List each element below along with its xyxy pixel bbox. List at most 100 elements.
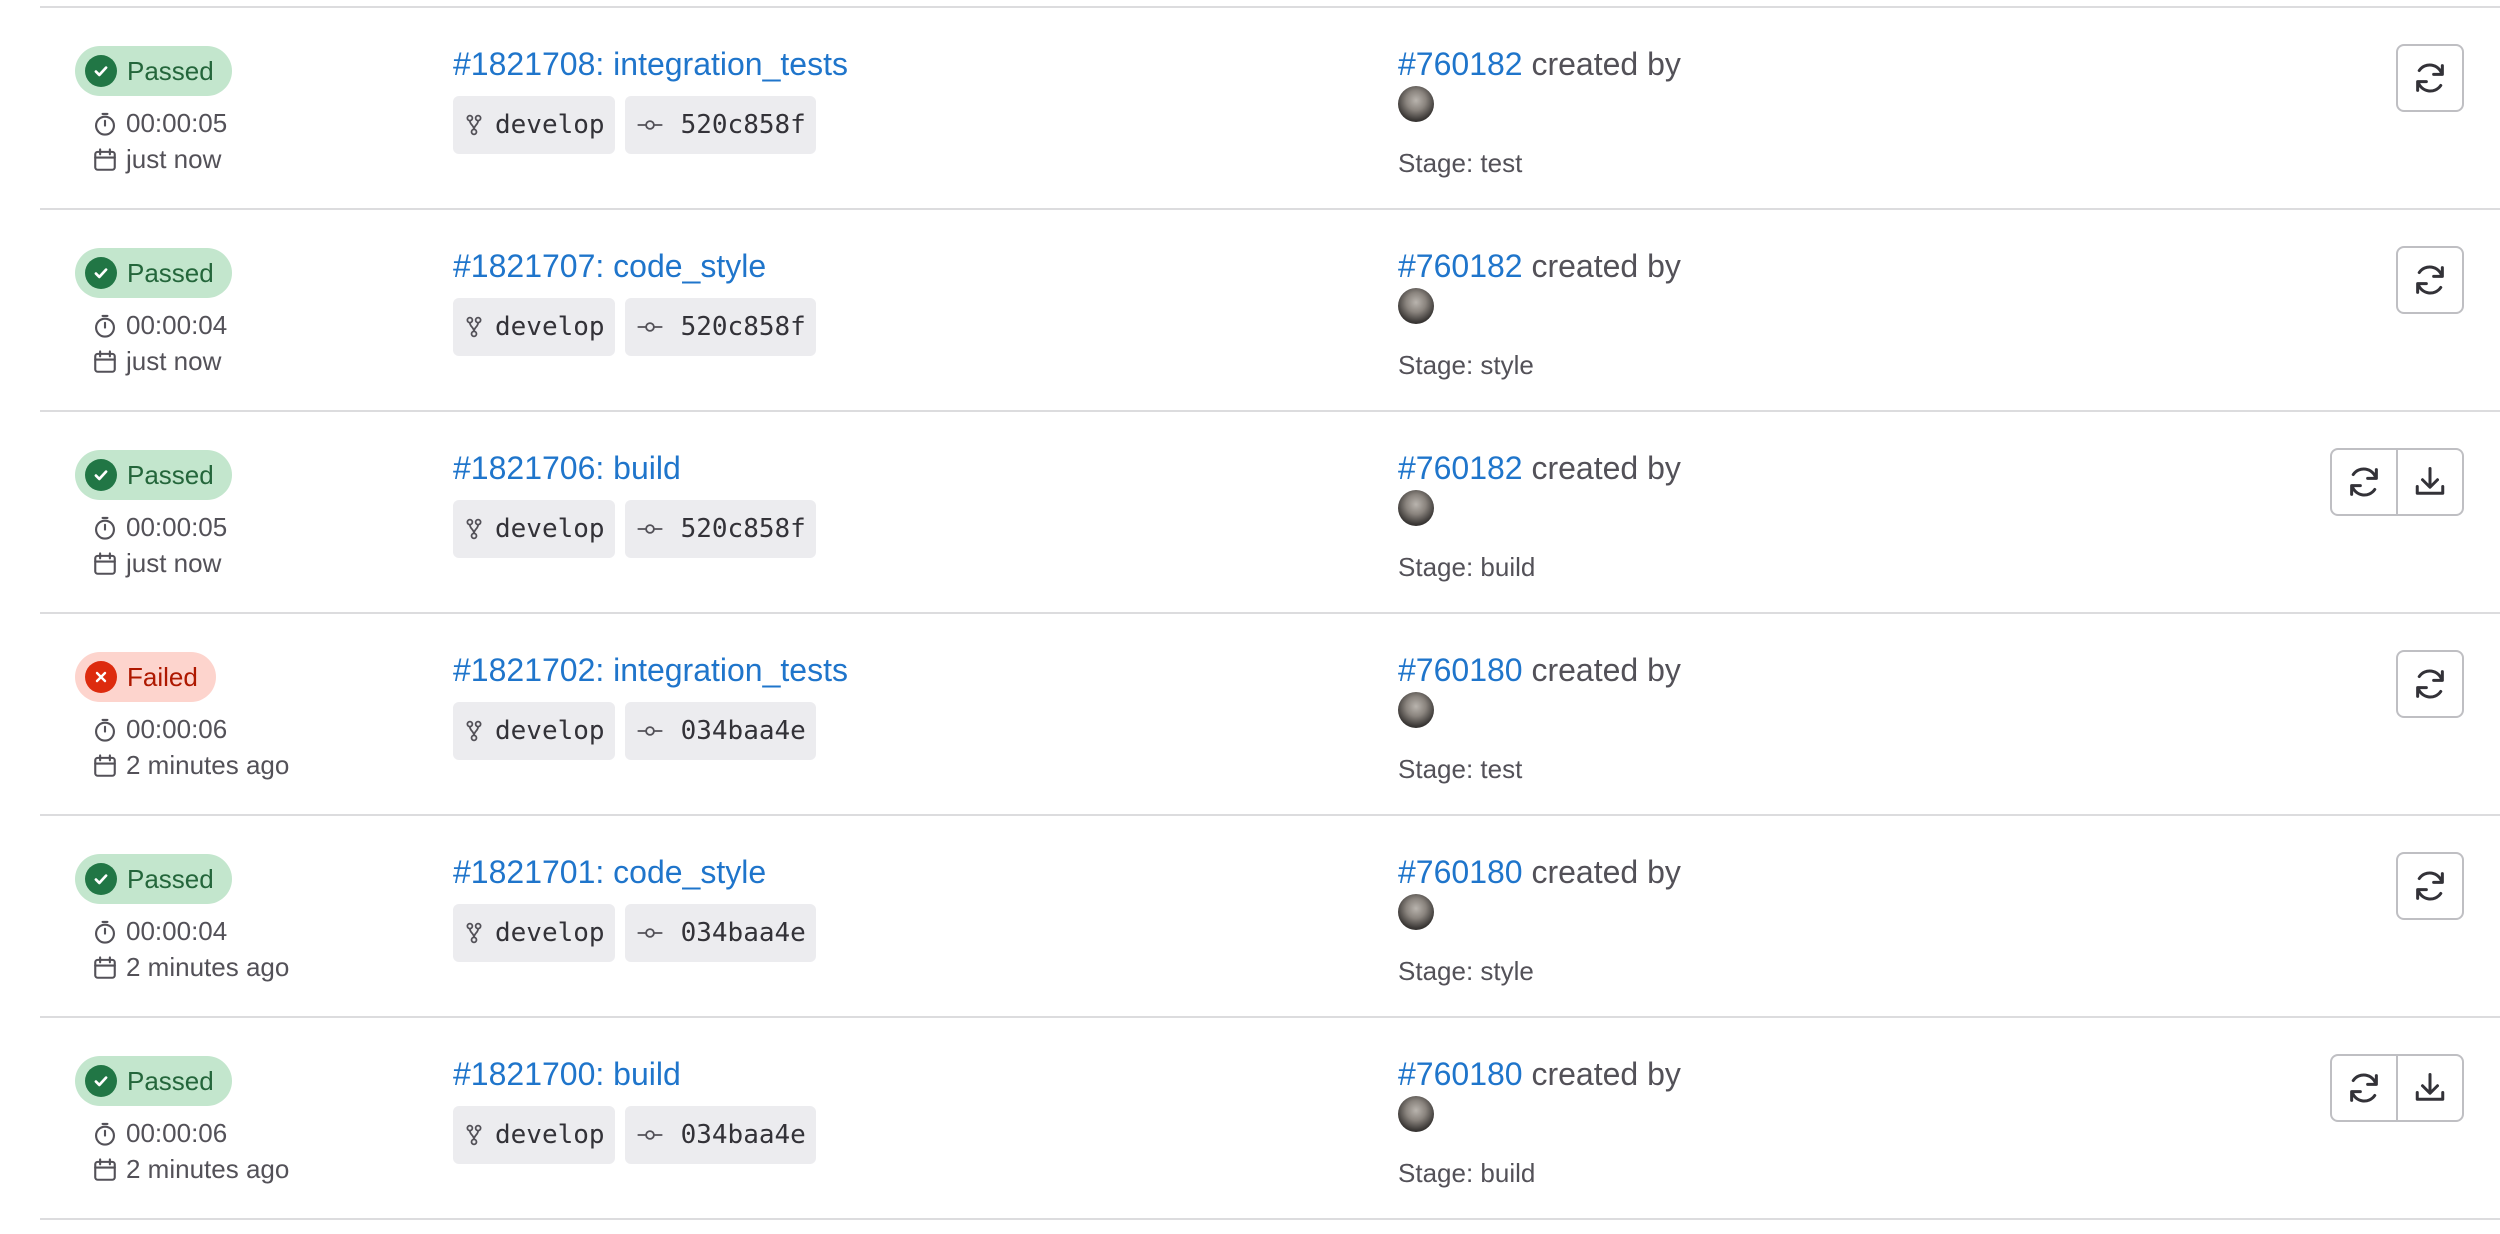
branch-chip[interactable]: develop bbox=[453, 1106, 615, 1164]
commit-sha: 520c858f bbox=[680, 110, 806, 140]
retry-icon bbox=[2411, 867, 2449, 905]
ref-chips: develop 034baa4e bbox=[453, 904, 816, 962]
ref-chips: develop 034baa4e bbox=[453, 702, 816, 760]
job-row: Passed 00:00:06 2 minutes ago #1821700: bui… bbox=[40, 1018, 2500, 1220]
pipeline-link[interactable]: #760182 bbox=[1398, 248, 1523, 284]
status-badge[interactable]: Passed bbox=[75, 1056, 232, 1106]
job-actions bbox=[2330, 448, 2464, 516]
branch-chip[interactable]: develop bbox=[453, 500, 615, 558]
retry-icon bbox=[2345, 463, 2383, 501]
commit-chip[interactable]: 034baa4e bbox=[624, 1106, 816, 1164]
branch-name: develop bbox=[495, 312, 605, 342]
commit-chip[interactable]: 520c858f bbox=[624, 96, 816, 154]
status-badge[interactable]: Passed bbox=[75, 854, 232, 904]
status-passed-icon bbox=[85, 863, 117, 895]
ref-chips: develop 520c858f bbox=[453, 96, 816, 154]
job-actions bbox=[2396, 852, 2464, 920]
status-label: Passed bbox=[127, 1065, 214, 1096]
commit-icon bbox=[636, 117, 681, 133]
pipeline-link[interactable]: #760182 bbox=[1398, 46, 1523, 82]
created-by-text: created by bbox=[1531, 652, 1681, 688]
retry-icon bbox=[2411, 261, 2449, 299]
job-row: Passed 00:00:05 just now #1821708: integrat… bbox=[40, 8, 2500, 210]
job-actions bbox=[2396, 44, 2464, 112]
retry-button[interactable] bbox=[2330, 448, 2398, 516]
job-actions bbox=[2396, 246, 2464, 314]
job-link[interactable]: #1821708: integration_tests bbox=[453, 46, 848, 83]
status-badge[interactable]: Failed bbox=[75, 652, 216, 702]
pipeline-link[interactable]: #760180 bbox=[1398, 652, 1523, 688]
retry-icon bbox=[2345, 1069, 2383, 1107]
avatar[interactable] bbox=[1398, 288, 1434, 324]
branch-icon bbox=[465, 922, 495, 944]
branch-chip[interactable]: develop bbox=[453, 904, 615, 962]
branch-icon bbox=[465, 518, 495, 540]
job-finished: just now bbox=[92, 548, 221, 579]
branch-chip[interactable]: develop bbox=[453, 96, 615, 154]
branch-icon bbox=[465, 114, 495, 136]
retry-button[interactable] bbox=[2396, 246, 2464, 314]
job-link[interactable]: #1821707: code_style bbox=[453, 248, 766, 285]
branch-name: develop bbox=[495, 918, 605, 948]
pipeline-info: #760182 created by bbox=[1398, 450, 1681, 487]
job-link[interactable]: #1821701: code_style bbox=[453, 854, 766, 891]
download-artifacts-button[interactable] bbox=[2396, 1054, 2464, 1122]
job-duration: 00:00:05 bbox=[92, 512, 227, 543]
retry-button[interactable] bbox=[2330, 1054, 2398, 1122]
retry-button[interactable] bbox=[2396, 852, 2464, 920]
status-badge[interactable]: Passed bbox=[75, 248, 232, 298]
status-failed-icon bbox=[85, 661, 117, 693]
commit-icon bbox=[636, 521, 681, 537]
created-by-text: created by bbox=[1531, 854, 1681, 890]
avatar[interactable] bbox=[1398, 490, 1434, 526]
timer-icon bbox=[92, 717, 126, 743]
created-by-text: created by bbox=[1531, 1056, 1681, 1092]
created-by-text: created by bbox=[1531, 46, 1681, 82]
pipeline-info: #760182 created by bbox=[1398, 46, 1681, 83]
finished-text: 2 minutes ago bbox=[126, 952, 290, 982]
calendar-icon bbox=[92, 1157, 126, 1183]
status-label: Passed bbox=[127, 55, 214, 86]
status-passed-icon bbox=[85, 257, 117, 289]
retry-button[interactable] bbox=[2396, 44, 2464, 112]
duration-text: 00:00:06 bbox=[126, 1118, 228, 1148]
job-duration: 00:00:06 bbox=[92, 1118, 227, 1149]
commit-chip[interactable]: 520c858f bbox=[624, 500, 816, 558]
status-badge[interactable]: Passed bbox=[75, 46, 232, 96]
avatar[interactable] bbox=[1398, 86, 1434, 122]
avatar[interactable] bbox=[1398, 1096, 1434, 1132]
stage-label: Stage: build bbox=[1398, 552, 1536, 582]
pipeline-link[interactable]: #760180 bbox=[1398, 854, 1523, 890]
avatar[interactable] bbox=[1398, 894, 1434, 930]
pipeline-info: #760180 created by bbox=[1398, 1056, 1681, 1093]
timer-icon bbox=[92, 111, 126, 137]
pipeline-link[interactable]: #760182 bbox=[1398, 450, 1523, 486]
download-artifacts-button[interactable] bbox=[2396, 448, 2464, 516]
commit-chip[interactable]: 034baa4e bbox=[624, 702, 816, 760]
status-label: Passed bbox=[127, 257, 214, 288]
branch-icon bbox=[465, 1124, 495, 1146]
job-finished: 2 minutes ago bbox=[92, 952, 289, 983]
stage-label: Stage: test bbox=[1398, 754, 1523, 784]
commit-chip[interactable]: 034baa4e bbox=[624, 904, 816, 962]
stage-label: Stage: build bbox=[1398, 1158, 1536, 1188]
pipeline-link[interactable]: #760180 bbox=[1398, 1056, 1523, 1092]
branch-chip[interactable]: develop bbox=[453, 702, 615, 760]
job-finished: 2 minutes ago bbox=[92, 1154, 289, 1185]
job-row: Passed 00:00:05 just now #1821706: build dev… bbox=[40, 412, 2500, 614]
job-link[interactable]: #1821702: integration_tests bbox=[453, 652, 848, 689]
avatar[interactable] bbox=[1398, 692, 1434, 728]
branch-chip[interactable]: develop bbox=[453, 298, 615, 356]
retry-icon bbox=[2411, 665, 2449, 703]
status-badge[interactable]: Passed bbox=[75, 450, 232, 500]
created-by-text: created by bbox=[1531, 248, 1681, 284]
job-duration: 00:00:06 bbox=[92, 714, 227, 745]
job-link[interactable]: #1821706: build bbox=[453, 450, 681, 487]
duration-text: 00:00:04 bbox=[126, 916, 228, 946]
status-label: Passed bbox=[127, 459, 214, 490]
commit-icon bbox=[636, 1127, 681, 1143]
retry-button[interactable] bbox=[2396, 650, 2464, 718]
job-link[interactable]: #1821700: build bbox=[453, 1056, 681, 1093]
commit-chip[interactable]: 520c858f bbox=[624, 298, 816, 356]
job-duration: 00:00:04 bbox=[92, 310, 227, 341]
